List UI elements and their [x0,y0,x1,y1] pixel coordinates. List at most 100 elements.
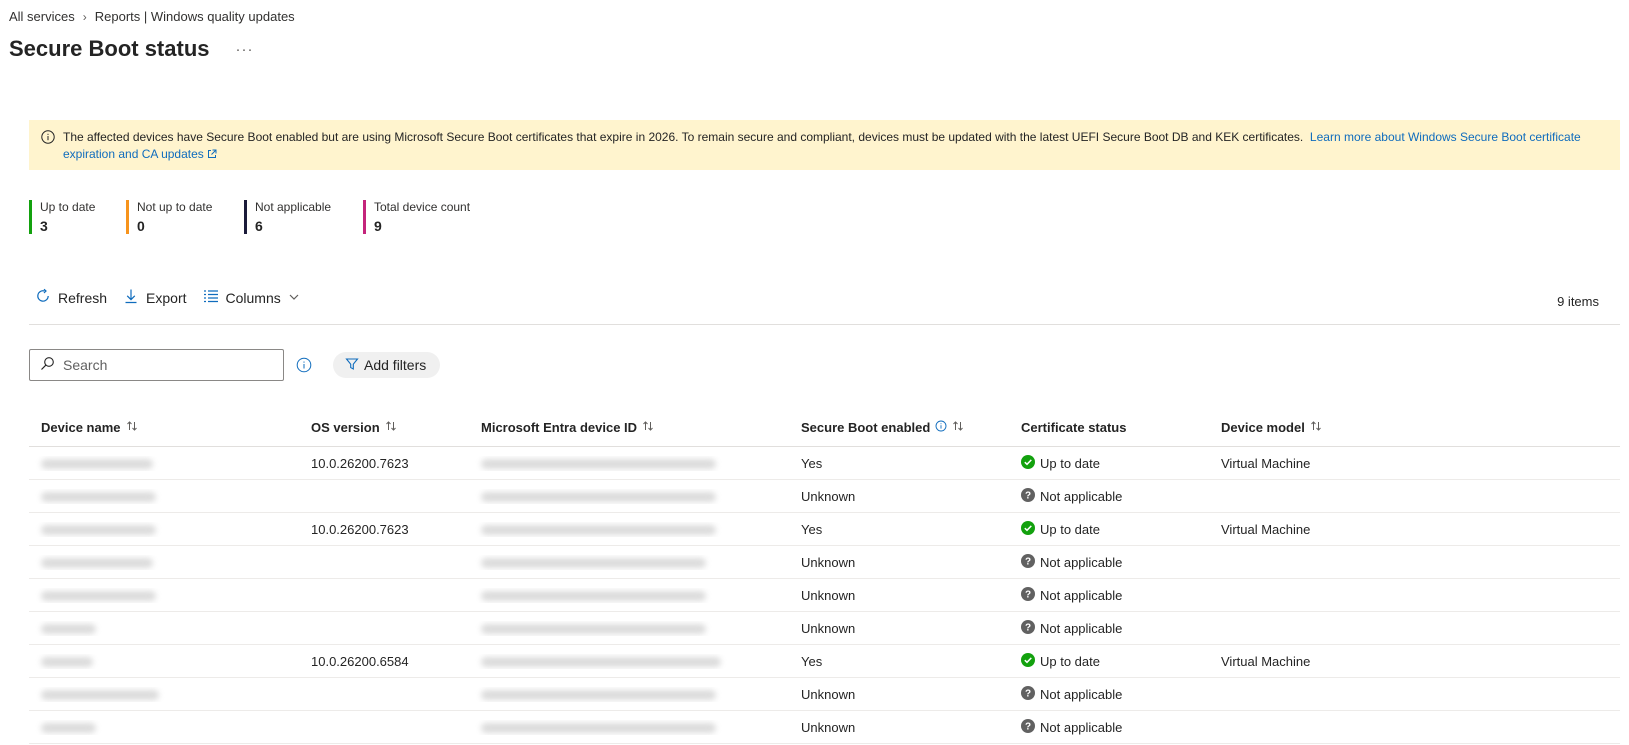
table-row[interactable]: Unknown? Not applicable [29,678,1620,711]
redacted-device-name [41,624,96,635]
svg-text:?: ? [1025,589,1031,600]
device-name-cell[interactable] [29,555,299,570]
question-circle-icon: ? [1021,619,1035,637]
sort-icon [642,420,654,435]
redacted-device-id [481,558,706,569]
redacted-device-id [481,591,706,602]
refresh-icon [35,288,51,307]
check-circle-icon [1021,652,1035,670]
download-icon [123,288,139,307]
add-filters-button[interactable]: Add filters [333,352,441,378]
svg-text:?: ? [1025,490,1031,501]
breadcrumb-reports[interactable]: Reports | Windows quality updates [95,9,295,24]
table-row[interactable]: 10.0.26200.7623 Yes Up to date Virtual Mach… [29,447,1620,480]
add-filters-label: Add filters [364,357,427,373]
device-name-cell[interactable] [29,720,299,735]
certificate-status-cell: Up to date [1009,520,1209,538]
column-header-secure-boot-enabled[interactable]: Secure Boot enabled [789,420,1009,435]
table-row[interactable]: Unknown ? Not applicable [29,711,1620,744]
columns-list-icon [203,288,219,307]
search-box[interactable] [29,349,284,381]
column-header-device-model[interactable]: Device model [1209,420,1620,435]
refresh-button[interactable]: Refresh [35,288,107,307]
secure-boot-enabled-cell: Unknown [801,620,856,636]
certificate-status-label: Not applicable [1040,719,1123,735]
redacted-device-id [481,525,716,536]
stat-label: Not up to date [137,200,213,214]
device-model-cell: Virtual Machine [1221,455,1311,471]
columns-button[interactable]: Columns [203,288,300,307]
column-header-label: OS version [311,419,380,435]
breadcrumb: All services › Reports | Windows quality… [9,9,295,24]
column-header-device-name[interactable]: Device name [29,420,299,435]
table-header: Device name OS version Microsoft Entra d… [29,408,1620,447]
entra-device-id-cell [469,456,789,471]
table-row[interactable]: Unknown? Not applicable [29,612,1620,645]
toolbar: Refresh Export Columns [29,288,316,307]
more-options-button[interactable]: ··· [236,41,254,58]
stat-total-device-count[interactable]: Total device count 9 [363,200,493,234]
redacted-device-name [41,459,153,470]
secure-boot-enabled-cell: Unknown [801,719,856,735]
secure-boot-enabled-cell: Unknown [801,488,856,504]
redacted-device-name [41,690,159,701]
filter-icon [345,357,359,374]
stat-value: 3 [40,218,48,234]
items-count: 9 items [1557,294,1599,309]
summary-stats: Up to date 3 Not up to date 0 Not applic… [29,200,493,234]
breadcrumb-all-services[interactable]: All services [9,9,75,24]
secure-boot-enabled-cell: Yes [801,455,823,471]
entra-device-id-cell [469,687,789,702]
column-header-certificate-status[interactable]: Certificate status [1009,420,1209,435]
chevron-down-icon [288,290,300,306]
device-name-cell[interactable] [29,588,299,603]
table-row[interactable]: Unknown? Not applicable [29,480,1620,513]
title-row: Secure Boot status ··· [9,36,254,62]
certificate-status-label: Not applicable [1040,488,1123,504]
sort-icon [385,420,397,435]
secure-boot-enabled-cell: Unknown [801,686,856,702]
redacted-device-id [481,723,716,734]
certificate-status-label: Not applicable [1040,686,1123,702]
redacted-device-id [481,492,716,503]
redacted-device-name [41,492,156,503]
svg-text:?: ? [1025,688,1031,699]
devices-table: Device name OS version Microsoft Entra d… [29,408,1620,744]
device-name-cell[interactable] [29,456,299,471]
certificate-status-label: Up to date [1040,653,1100,669]
toolbar-divider [29,324,1620,325]
column-header-os-version[interactable]: OS version [299,420,469,435]
entra-device-id-cell [469,621,789,636]
stat-value: 6 [255,218,263,234]
entra-device-id-cell [469,522,789,537]
stat-not-up-to-date[interactable]: Not up to date 0 [126,200,244,234]
device-model-cell: Virtual Machine [1221,653,1311,669]
device-name-cell[interactable] [29,489,299,504]
table-row[interactable]: Unknown? Not applicable [29,546,1620,579]
question-circle-icon: ? [1021,553,1035,571]
entra-device-id-cell [469,489,789,504]
info-icon[interactable] [935,420,947,435]
table-row[interactable]: Unknown? Not applicable [29,579,1620,612]
os-version-cell: 10.0.26200.6584 [311,653,409,669]
certificate-status-cell: ? Not applicable [1009,718,1209,736]
stat-up-to-date[interactable]: Up to date 3 [29,200,126,234]
certificate-status-cell: Up to date [1009,652,1209,670]
search-input[interactable] [61,356,265,374]
device-name-cell[interactable] [29,687,299,702]
search-info-icon[interactable] [296,357,312,378]
stat-label: Up to date [40,200,96,214]
secure-boot-enabled-cell: Yes [801,521,823,537]
export-button[interactable]: Export [123,288,187,307]
stat-not-applicable[interactable]: Not applicable 6 [244,200,363,234]
secure-boot-enabled-cell: Yes [801,653,823,669]
table-row[interactable]: 10.0.26200.7623 Yes Up to date Virtual Mach… [29,513,1620,546]
redacted-device-name [41,525,156,536]
svg-text:?: ? [1025,556,1031,567]
device-name-cell[interactable] [29,654,299,669]
device-name-cell[interactable] [29,522,299,537]
column-header-entra-device-id[interactable]: Microsoft Entra device ID [469,420,789,435]
device-name-cell[interactable] [29,621,299,636]
columns-label: Columns [225,289,281,306]
table-row[interactable]: 10.0.26200.6584 Yes Up to date Virtual Mach… [29,645,1620,678]
